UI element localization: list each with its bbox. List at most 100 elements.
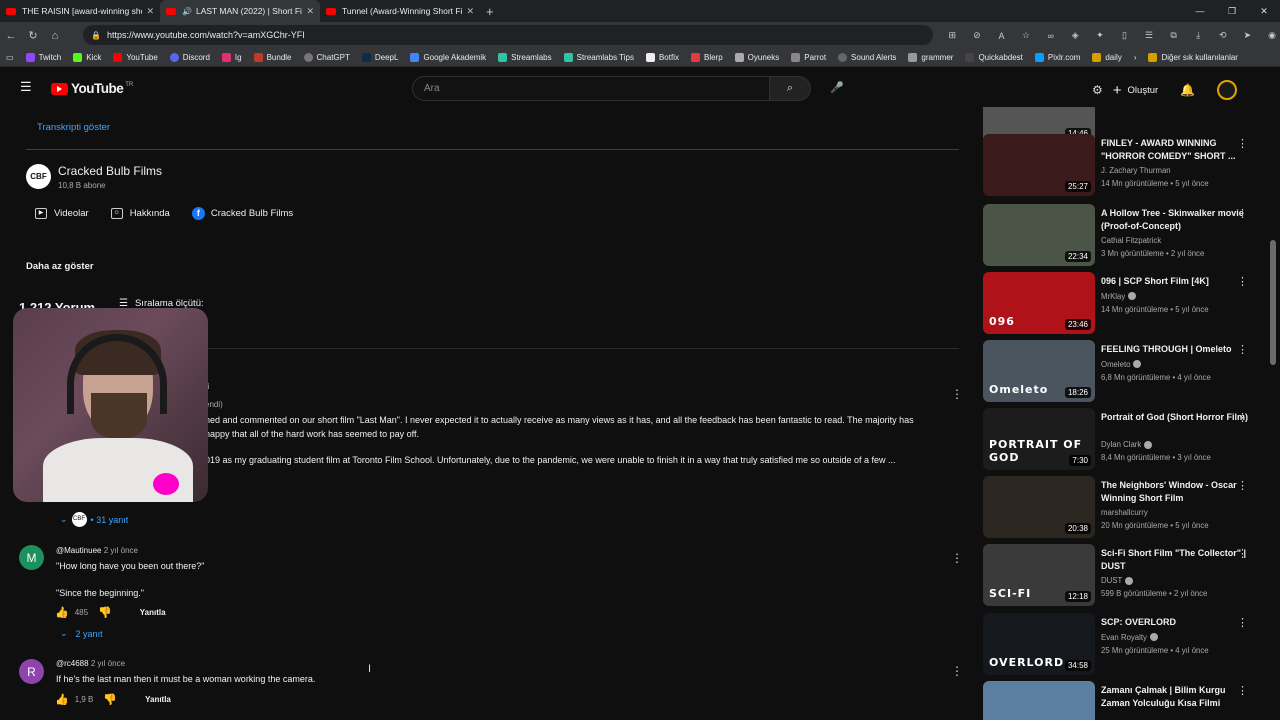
bookmark-streamlabs-tips[interactable]: Streamlabs Tips	[563, 53, 634, 62]
bookmark-sound-alerts[interactable]: Sound Alerts	[838, 53, 896, 62]
recommended-video[interactable]: OVERLORD 34:58 SCP: OVERLORD ⋮ Evan Royalty 2…	[983, 613, 1268, 677]
browser-tab[interactable]: Tunnel (Award-Winning Short Film ✕	[320, 0, 480, 22]
bookmark-twitch[interactable]: Twitch	[25, 53, 61, 62]
recommended-video[interactable]: Omeleto 18:26 FEELING THROUGH | Omeleto ⋮ Om…	[983, 340, 1268, 404]
bookmark-oyuneks[interactable]: Oyuneks	[734, 53, 779, 62]
video-channel[interactable]: Omeleto	[1101, 360, 1142, 369]
recommended-video[interactable]: 22:34 A Hollow Tree - Skinwalker movie (P…	[983, 204, 1268, 268]
video-title[interactable]: FINLEY - AWARD WINNING "HORROR COMEDY" S…	[1101, 137, 1251, 162]
home-icon[interactable]: ⌂	[44, 30, 66, 42]
download-icon[interactable]: ⤓	[1186, 30, 1211, 41]
video-title[interactable]: 096 | SCP Short Film [4K]	[1101, 275, 1251, 288]
video-thumbnail[interactable]: SCI-FI 12:18	[983, 544, 1095, 606]
video-channel[interactable]: marshallcurry	[1101, 508, 1148, 517]
recommended-video[interactable]: 25:27 FINLEY - AWARD WINNING "HORROR COME…	[983, 134, 1268, 198]
bookmark-kick[interactable]: Kick	[73, 53, 101, 62]
video-thumbnail[interactable]: 20:38	[983, 476, 1095, 538]
tracking-icon[interactable]: ⊘	[965, 30, 990, 41]
bookmark-quickabdest[interactable]: Quickabdest	[965, 53, 1023, 62]
show-transcript-link[interactable]: Transkripti göster	[37, 122, 110, 133]
close-window-icon[interactable]: ✕	[1248, 0, 1280, 22]
install-icon[interactable]: ⊞	[940, 30, 965, 41]
video-menu-icon[interactable]: ⋮	[1237, 207, 1248, 220]
youtube-logo[interactable]: YouTube TR	[51, 81, 133, 96]
video-channel[interactable]: MrKlay	[1101, 292, 1137, 301]
bookmark-chatgpt[interactable]: ChatGPT	[303, 53, 350, 62]
video-channel[interactable]: Evan Royalty	[1101, 633, 1158, 642]
link-icon[interactable]: ∞	[1038, 31, 1063, 41]
video-channel[interactable]: DUST	[1101, 576, 1134, 585]
bookmark-google-akademik[interactable]: Google Akademik	[410, 53, 486, 62]
video-thumbnail[interactable]: 22:34	[983, 204, 1095, 266]
search-input[interactable]: Ara	[412, 76, 770, 101]
about-link[interactable]: ☺ Hakkında	[110, 207, 170, 220]
menu-icon[interactable]: ☰	[20, 79, 32, 95]
bookmark-manager-icon[interactable]: ▭	[6, 53, 14, 62]
video-title[interactable]: Zamanı Çalmak | Bilim Kurgu Zaman Yolcul…	[1101, 684, 1251, 709]
video-channel[interactable]: J. Zachary Thurman	[1101, 166, 1171, 175]
bookmark-discord[interactable]: Discord	[169, 53, 210, 62]
url-field[interactable]: 🔒 https://www.youtube.com/watch?v=amXGChr…	[83, 25, 933, 45]
comment-menu-icon[interactable]: ⋮	[951, 387, 963, 401]
recommended-video[interactable]: PORTRAIT OF GOD 7:30 Portrait of God (Shor…	[983, 408, 1268, 472]
commenter-avatar[interactable]: M	[19, 545, 44, 570]
split-screen-icon[interactable]: ▯	[1112, 30, 1137, 41]
bookmark-pixlr[interactable]: Pixlr.com	[1034, 53, 1080, 62]
channel-avatar[interactable]: CBF	[26, 164, 51, 189]
video-menu-icon[interactable]: ⋮	[1237, 275, 1248, 288]
like-icon[interactable]: 👍	[55, 606, 69, 619]
channel-name[interactable]: Cracked Bulb Films	[58, 164, 162, 178]
video-title[interactable]: FEELING THROUGH | Omeleto	[1101, 343, 1251, 356]
bookmark-deepl[interactable]: DeepL	[361, 53, 398, 62]
bookmark-blerp[interactable]: Blerp	[690, 53, 723, 62]
recommended-video[interactable]: 096 23:46 096 | SCP Short Film [4K] ⋮ MrKlay…	[983, 272, 1268, 336]
close-tab-icon[interactable]: ✕	[146, 6, 154, 17]
video-title[interactable]: SCP: OVERLORD	[1101, 616, 1251, 629]
video-title[interactable]: Portrait of God (Short Horror Film)	[1101, 411, 1251, 424]
bookmark-parrot[interactable]: Parrot	[791, 53, 826, 62]
bookmark-botfix[interactable]: Botfix	[645, 53, 679, 62]
video-thumbnail[interactable]: PORTRAIT OF GOD 7:30	[983, 408, 1095, 470]
show-less-button[interactable]: Daha az göster	[26, 261, 94, 272]
bookmark-ig[interactable]: Ig	[221, 53, 242, 62]
video-thumbnail[interactable]: Omeleto 18:26	[983, 340, 1095, 402]
history-icon[interactable]: ⟲	[1211, 30, 1236, 41]
avatar[interactable]	[1217, 80, 1238, 100]
puzzle-icon[interactable]: ✦	[1088, 30, 1113, 41]
video-menu-icon[interactable]: ⋮	[1237, 479, 1248, 492]
video-menu-icon[interactable]: ⋮	[1237, 547, 1248, 560]
bookmarks-overflow-icon[interactable]: ›	[1134, 53, 1137, 62]
read-aloud-icon[interactable]: A	[989, 31, 1014, 41]
other-bookmarks[interactable]: Diğer sık kullanılanlar	[1148, 53, 1238, 62]
new-tab-icon[interactable]: +	[486, 4, 494, 19]
comment-author[interactable]: @rc4688 2 yıl önce	[56, 659, 125, 668]
comment-author[interactable]: @Mautinuee 2 yıl önce	[56, 546, 138, 555]
close-tab-icon[interactable]: ✕	[306, 6, 314, 17]
create-button[interactable]: + Oluştur	[1113, 82, 1158, 99]
comment-menu-icon[interactable]: ⋮	[951, 551, 963, 565]
video-title[interactable]: The Neighbors' Window - Oscar Winning Sh…	[1101, 479, 1251, 504]
refresh-icon[interactable]: ↻	[22, 29, 44, 42]
back-icon[interactable]: ←	[0, 30, 22, 42]
videos-link[interactable]: ▶ Videolar	[35, 207, 89, 220]
video-menu-icon[interactable]: ⋮	[1237, 411, 1248, 424]
favorite-star-icon[interactable]: ☆	[1014, 30, 1039, 41]
dislike-icon[interactable]: 👎	[98, 606, 112, 619]
video-thumbnail[interactable]: 096 23:46	[983, 272, 1095, 334]
facebook-link[interactable]: f Cracked Bulb Films	[191, 207, 293, 220]
commenter-avatar[interactable]: R	[19, 659, 44, 684]
browser-tab-active[interactable]: 🔊 LAST MAN (2022) | Short Film ✕	[160, 0, 320, 22]
bookmark-bundle[interactable]: Bundle	[253, 53, 292, 62]
bell-icon[interactable]: 🔔	[1180, 83, 1195, 97]
reply-button[interactable]: Yanıtla	[145, 695, 171, 704]
profile-icon[interactable]: ◉	[1260, 30, 1280, 41]
recommended-video[interactable]: SCI-FI 12:18 Sci-Fi Short Film "The Collec…	[983, 544, 1268, 608]
favorites-icon[interactable]: ☰	[1137, 30, 1162, 41]
video-menu-icon[interactable]: ⋮	[1237, 343, 1248, 356]
video-title[interactable]: A Hollow Tree - Skinwalker movie (Proof-…	[1101, 207, 1251, 232]
collections-icon[interactable]: ⧉	[1161, 30, 1186, 41]
video-channel[interactable]: Cathal Fitzpatrick	[1101, 236, 1161, 245]
video-thumbnail[interactable]	[983, 681, 1095, 720]
video-menu-icon[interactable]: ⋮	[1237, 137, 1248, 150]
comment-menu-icon[interactable]: ⋮	[951, 664, 963, 678]
